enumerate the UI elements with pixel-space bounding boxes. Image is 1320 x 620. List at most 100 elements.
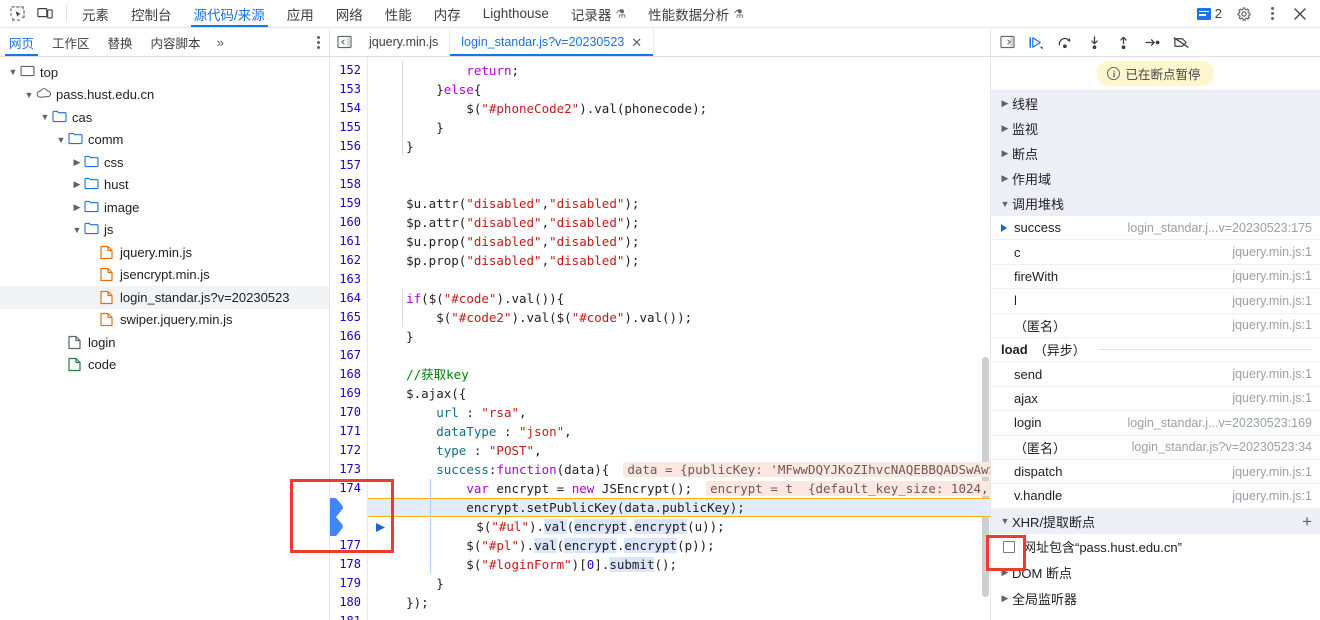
show-navigator-icon[interactable] [330,28,358,56]
tab-performance-insights[interactable]: 性能数据分析 ⚗ [637,0,755,27]
line-number[interactable]: 159 [330,194,367,213]
section-breakpoints[interactable]: ▶ 断点 [991,141,1320,166]
nav-tab-workspace[interactable]: 工作区 [43,28,99,56]
call-stack-frame[interactable]: （匿名） login_standar.js?v=20230523:34 [991,436,1320,460]
add-xhr-breakpoint-icon[interactable]: + [1302,513,1312,530]
code-line[interactable]: //获取key [368,365,990,384]
line-number-gutter[interactable]: 152 153 154 155 156 157 158 159 160 161 162 163 164 1… [330,57,368,620]
section-global-listeners[interactable]: ▶ 全局监听器 [991,585,1320,612]
line-number[interactable]: 174 [330,479,367,498]
step-over-next-function-call-icon[interactable] [1051,30,1079,54]
chevron-down-icon[interactable]: ▼ [70,225,84,235]
code-line[interactable]: } [368,118,990,137]
tree-item-css[interactable]: ▶ css [0,151,329,174]
tree-item-cas[interactable]: ▼ cas [0,106,329,129]
code-line[interactable]: $p.prop("disabled","disabled"); [368,251,990,270]
call-stack-frame[interactable]: ajax jquery.min.js:1 [991,387,1320,412]
code-line[interactable]: $u.attr("disabled","disabled"); [368,194,990,213]
toggle-debugger-sidebar-icon[interactable] [993,30,1021,54]
step-icon[interactable] [1138,30,1166,54]
xhr-breakpoint-item[interactable]: 网址包含“pass.hust.edu.cn” [991,533,1320,560]
line-number[interactable]: 163 [330,270,367,289]
code-line[interactable]: $u.prop("disabled","disabled"); [368,232,990,251]
code-line[interactable]: } [368,574,990,593]
code-line[interactable]: dataType : "json", [368,422,990,441]
step-out-of-current-function-icon[interactable] [1109,30,1137,54]
tab-performance[interactable]: 性能 [374,0,423,27]
call-stack-frame[interactable]: success login_standar.j...v=20230523:175 [991,216,1320,241]
nav-tab-page[interactable]: 网页 [0,28,43,56]
gear-icon[interactable] [1230,2,1258,26]
chevron-right-icon[interactable]: ▶ [70,202,84,213]
line-number[interactable]: 165 [330,308,367,327]
code-line[interactable]: var encrypt = new JSEncrypt(); encrypt = … [368,479,990,498]
tree-item-image[interactable]: ▶ image [0,196,329,219]
code-line[interactable]: } [368,327,990,346]
line-number[interactable]: 164 [330,289,367,308]
tab-application[interactable]: 应用 [276,0,325,27]
call-stack-frame[interactable]: （匿名） jquery.min.js:1 [991,314,1320,338]
tree-item-swiper.jquery.min.js[interactable]: swiper.jquery.min.js [0,309,329,332]
tree-item-jsencrypt.min.js[interactable]: jsencrypt.min.js [0,264,329,287]
tab-sources[interactable]: 源代码/来源 [183,0,276,27]
section-dom-breakpoints[interactable]: ▶ DOM 断点 [991,559,1320,586]
line-number[interactable]: 171 [330,422,367,441]
line-number[interactable]: 181 [330,612,367,620]
file-tab-jquery[interactable]: jquery.min.js [358,28,451,56]
tab-network[interactable]: 网络 [325,0,374,27]
line-number[interactable]: 162 [330,251,367,270]
code-content[interactable]: return; }else{ $("#phoneCode2").val(phon… [368,57,990,620]
call-stack-frame[interactable]: v.handle jquery.min.js:1 [991,484,1320,509]
code-line[interactable]: } [368,137,990,156]
nav-tabs-overflow-icon[interactable]: » [210,28,231,56]
line-number[interactable]: 167 [330,346,367,365]
line-number[interactable]: 168 [330,365,367,384]
section-xhr-breakpoints[interactable]: ▼ XHR/提取断点 + [991,508,1320,534]
line-number[interactable]: 172 [330,441,367,460]
device-toolbar-icon[interactable] [32,2,58,26]
call-stack-frame[interactable]: dispatch jquery.min.js:1 [991,460,1320,485]
issues-badge[interactable]: 2 [1189,6,1230,21]
chevron-down-icon[interactable]: ▼ [22,90,36,100]
chevron-right-icon[interactable]: ▶ [70,157,84,168]
line-number[interactable]: 155 [330,118,367,137]
line-number[interactable]: 152 [330,61,367,80]
nav-tab-content-scripts[interactable]: 内容脚本 [142,28,210,56]
code-line[interactable]: success:function(data){data = {publicKey… [368,460,990,479]
line-number[interactable]: 179 [330,574,367,593]
code-line[interactable]: type : "POST", [368,441,990,460]
line-number[interactable]: 180 [330,593,367,612]
line-number[interactable]: 154 [330,99,367,118]
section-threads[interactable]: ▶ 线程 [991,91,1320,116]
call-stack-frame[interactable]: l jquery.min.js:1 [991,289,1320,314]
line-number-breakpoint[interactable]: 176 [330,517,367,536]
line-number[interactable]: 178 [330,555,367,574]
tree-item-jquery.min.js[interactable]: jquery.min.js [0,241,329,264]
file-tab-login-standar[interactable]: login_standar.js?v=20230523 ✕ [450,28,655,56]
tree-item-comm[interactable]: ▼ comm [0,129,329,152]
xhr-breakpoint-checkbox[interactable] [1003,540,1015,553]
section-scope[interactable]: ▶ 作用域 [991,166,1320,191]
code-line[interactable]: encrypt.setPublicKey(data.publicKey); [368,498,990,517]
tab-lighthouse[interactable]: Lighthouse [472,0,560,27]
resume-script-execution-icon[interactable] [1022,30,1050,54]
line-number[interactable]: 158 [330,175,367,194]
call-stack-frame[interactable]: send jquery.min.js:1 [991,362,1320,387]
line-number[interactable]: 160 [330,213,367,232]
line-number[interactable]: 161 [330,232,367,251]
deactivate-breakpoints-icon[interactable] [1167,30,1195,54]
code-line[interactable]: $("#ul").val(encrypt.encrypt(u)); [368,517,990,536]
code-line[interactable]: url : "rsa", [368,403,990,422]
kebab-menu-icon[interactable] [1258,2,1286,26]
close-tab-icon[interactable]: ✕ [631,36,642,49]
line-number[interactable]: 153 [330,80,367,99]
code-line[interactable]: return; [368,61,990,80]
tab-console[interactable]: 控制台 [120,0,183,27]
code-line[interactable]: $.ajax({ [368,384,990,403]
chevron-right-icon[interactable]: ▶ [70,179,84,190]
code-line[interactable]: $("#code2").val($("#code").val()); [368,308,990,327]
inspect-element-icon[interactable] [4,2,30,26]
code-line[interactable] [368,346,990,365]
code-line[interactable] [368,156,990,175]
code-line[interactable]: $("#phoneCode2").val(phonecode); [368,99,990,118]
